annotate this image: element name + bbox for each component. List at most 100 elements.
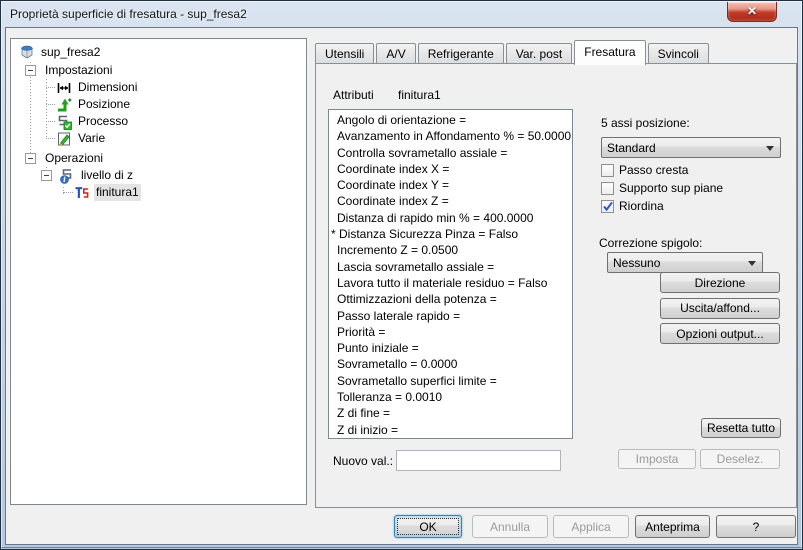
attribute-row[interactable]: Lascia sovrametallo assiale = <box>329 259 572 275</box>
tab-var-post[interactable]: Var. post <box>505 43 573 64</box>
tab-page-fresatura: Attributi finitura1 Angolo di orientazio… <box>315 63 797 508</box>
attributes-operation-name: finitura1 <box>398 88 441 102</box>
checkbox-label: Passo cresta <box>619 163 689 177</box>
tree-connector <box>46 121 55 122</box>
tree-collapse-toggle[interactable] <box>25 153 36 164</box>
attribute-row[interactable]: Ottimizzazioni della potenza = <box>329 291 572 307</box>
dropdown-arrow-icon <box>748 261 756 266</box>
tree-item-operazioni[interactable]: Operazioni <box>11 150 306 167</box>
tree-item-finitura1[interactable]: finitura1 <box>11 184 306 201</box>
cube-icon <box>19 44 35 60</box>
attribute-row[interactable]: Lavora tutto il materiale residuo = Fals… <box>329 275 572 291</box>
levels-icon: i <box>59 168 75 184</box>
svg-text:i: i <box>63 175 66 184</box>
applica-button[interactable]: Applica <box>553 515 629 538</box>
attribute-row[interactable]: Coordinate index Y = <box>329 177 572 193</box>
new-value-label: Nuovo val.: <box>333 454 394 468</box>
new-value-input[interactable] <box>396 450 561 471</box>
tree-item-label: Impostazioni <box>45 63 113 77</box>
checkbox-supporto-sup-piane[interactable]: Supporto sup piane <box>601 180 723 196</box>
tree-item-label: Processo <box>78 114 129 128</box>
process-icon <box>56 114 72 130</box>
checkbox-riordina[interactable]: Riordina <box>601 198 664 214</box>
opzioni-output-button[interactable]: Opzioni output... <box>660 323 780 344</box>
tree-item-label: Dimensioni <box>78 80 138 94</box>
checkbox-passo-cresta[interactable]: Passo cresta <box>601 162 688 178</box>
attribute-row[interactable]: * Distanza Sicurezza Pinza = Falso <box>329 226 572 242</box>
tab-svincoli[interactable]: Svincoli <box>647 43 709 64</box>
tree-item-dimensioni[interactable]: Dimensioni <box>11 79 306 96</box>
tree-item-posizione[interactable]: Posizione <box>11 96 306 113</box>
attribute-row[interactable]: Passo laterale rapido = <box>329 308 572 324</box>
operation-tree[interactable]: sup_fresa2 Impostazioni Dimensioni Posizion… <box>10 38 307 505</box>
tab-utensili[interactable]: Utensili <box>315 43 375 64</box>
tree-item-varie[interactable]: Varie <box>11 130 306 147</box>
reset-all-button[interactable]: Resetta tutto <box>701 418 781 438</box>
close-button[interactable]: ✕ <box>727 2 777 22</box>
tab-fresatura[interactable]: Fresatura <box>574 40 646 65</box>
uscita-affond-button[interactable]: Uscita/affond... <box>660 297 780 319</box>
axis-position-label: 5 assi posizione: <box>601 116 690 130</box>
axis-position-value: Standard <box>607 140 656 155</box>
tree-item-livello-di-z[interactable]: i livello di z <box>11 167 306 184</box>
tree-connector <box>63 192 73 193</box>
ok-button[interactable]: OK <box>394 515 462 538</box>
tree-collapse-toggle[interactable] <box>25 65 36 76</box>
corner-correction-dropdown[interactable]: Nessuno <box>607 252 763 273</box>
anteprima-button[interactable]: Anteprima <box>635 515 710 538</box>
attribute-row[interactable]: Sovrametallo superfici limite = <box>329 373 572 389</box>
attribute-row[interactable]: Coordinate index Z = <box>329 193 572 209</box>
tree-connector <box>46 87 55 88</box>
dimensions-icon <box>56 80 72 96</box>
unchecked-checkbox-icon[interactable] <box>601 163 614 177</box>
unchecked-checkbox-icon[interactable] <box>601 181 614 195</box>
checkbox-label: Riordina <box>619 199 664 213</box>
attribute-row[interactable]: Tolleranza = 0.0010 <box>329 389 572 405</box>
tab-refrigerante[interactable]: Refrigerante <box>417 43 504 64</box>
tree-item-label: sup_fresa2 <box>41 44 101 59</box>
window-title: Proprietà superficie di fresatura - sup_… <box>10 6 247 21</box>
deselect-button[interactable]: Deselez. <box>700 449 780 469</box>
attribute-row[interactable]: Coordinate index X = <box>329 161 572 177</box>
finish-icon <box>74 185 90 201</box>
tree-connector <box>46 138 55 139</box>
set-button[interactable]: Imposta <box>618 449 696 469</box>
annulla-button[interactable]: Annulla <box>472 515 548 538</box>
corner-correction-label: Correzione spigolo: <box>599 236 703 250</box>
checkbox-label: Supporto sup piane <box>619 181 724 195</box>
tree-item-label: Varie <box>78 131 106 145</box>
tree-item-sup-fresa2[interactable]: sup_fresa2 <box>11 42 306 62</box>
attribute-row[interactable]: Punto iniziale = <box>329 340 572 356</box>
attribute-row[interactable]: Z di inizio = <box>329 422 572 438</box>
attribute-row[interactable]: Avanzamento in Affondamento % = 50.0000 <box>329 128 572 144</box>
tab-a-v[interactable]: A/V <box>376 43 416 64</box>
attribute-row[interactable]: Incremento Z = 0.0500 <box>329 242 572 258</box>
title-bar: Proprietà superficie di fresatura - sup_… <box>1 1 802 26</box>
checked-checkbox-icon[interactable] <box>601 199 614 213</box>
tree-item-label: livello di z <box>81 168 134 182</box>
tree-item-label: Posizione <box>78 97 131 111</box>
tree-item-label: finitura1 <box>94 184 141 201</box>
tree-item-label: Operazioni <box>45 151 104 165</box>
attribute-listbox[interactable]: Angolo di orientazione = Avanzamento in A… <box>328 109 573 439</box>
attribute-row[interactable]: Angolo di orientazione = <box>329 112 572 128</box>
tab-strip: Utensili A/V Refrigerante Var. post Fresatur… <box>315 39 711 65</box>
attribute-row[interactable]: Controlla sovrametallo assiale = <box>329 145 572 161</box>
attribute-row[interactable]: Z di fine = <box>329 405 572 421</box>
dialog-window: Proprietà superficie di fresatura - sup_… <box>0 0 803 550</box>
attribute-row[interactable]: Priorità = <box>329 324 572 340</box>
dialog-body: sup_fresa2 Impostazioni Dimensioni Posizion… <box>5 27 798 545</box>
dropdown-arrow-icon <box>766 146 774 151</box>
help-button[interactable]: ? <box>716 515 796 538</box>
tree-connector <box>46 104 55 105</box>
attributes-label: Attributi <box>333 88 374 102</box>
tree-item-processo[interactable]: Processo <box>11 113 306 130</box>
corner-correction-value: Nessuno <box>613 255 661 270</box>
axis-position-dropdown[interactable]: Standard <box>601 137 781 158</box>
tree-item-impostazioni[interactable]: Impostazioni <box>11 62 306 79</box>
attribute-row[interactable]: Sovrametallo = 0.0000 <box>329 356 572 372</box>
direzione-button[interactable]: Direzione <box>660 272 780 293</box>
attribute-row[interactable]: Distanza di rapido min % = 400.0000 <box>329 210 572 226</box>
tree-collapse-toggle[interactable] <box>41 170 52 181</box>
varie-icon <box>56 131 72 147</box>
